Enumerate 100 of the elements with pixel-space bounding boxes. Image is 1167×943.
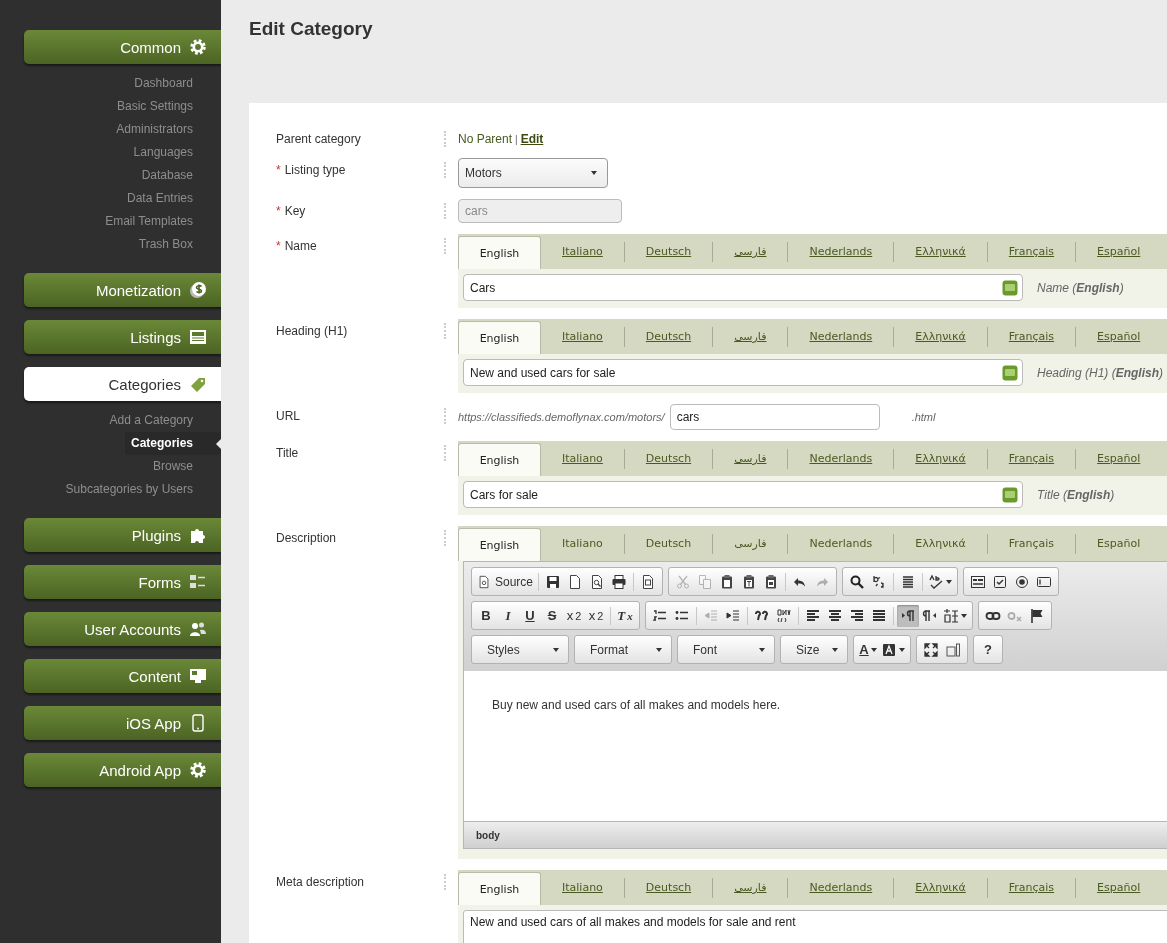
sidebar-button[interactable]: Android App — [24, 753, 221, 787]
language-tab[interactable]: Español — [1075, 242, 1162, 262]
listing-type-select[interactable]: Motors — [458, 158, 608, 188]
edit-link[interactable]: Edit — [520, 132, 544, 146]
sidebar-button[interactable]: Content — [24, 659, 221, 693]
language-tab[interactable]: فارسی — [712, 449, 788, 469]
align-right-icon[interactable] — [849, 607, 865, 624]
url-field[interactable]: cars — [669, 404, 880, 430]
language-tab[interactable]: Français — [986, 449, 1076, 469]
toolbar-dropdown[interactable]: Size — [784, 638, 844, 661]
language-tab[interactable]: Deutsch — [623, 449, 713, 469]
flag-icon[interactable] — [1029, 607, 1045, 624]
sidebar-item[interactable]: Database — [135, 164, 221, 187]
sidebar-item[interactable]: Languages — [127, 141, 221, 164]
language-tab[interactable]: English — [458, 872, 541, 905]
language-tab[interactable]: Español — [1075, 449, 1162, 469]
search-icon[interactable] — [849, 573, 866, 590]
text-field[interactable]: New and used cars for sale — [463, 359, 1023, 386]
element-path[interactable]: body — [476, 829, 500, 841]
background-color-icon[interactable] — [881, 641, 897, 658]
div-icon[interactable] — [776, 607, 792, 624]
language-tab[interactable]: فارسی — [712, 327, 788, 347]
spellcheck-icon[interactable] — [928, 573, 945, 590]
language-tab[interactable]: Nederlands — [787, 534, 894, 554]
language-tab[interactable]: Français — [986, 242, 1076, 262]
translate-icon[interactable] — [1002, 364, 1018, 381]
sidebar-button[interactable]: Forms — [24, 565, 221, 599]
save-icon[interactable] — [545, 573, 562, 590]
language-tab[interactable]: Español — [1075, 327, 1162, 347]
toolbar-button[interactable]: U — [519, 604, 541, 627]
text-field[interactable]: Cars for sale — [463, 481, 1023, 508]
language-tab[interactable]: Français — [986, 878, 1076, 898]
language-tab[interactable]: Español — [1075, 878, 1162, 898]
sidebar-button[interactable]: Monetization — [24, 273, 221, 307]
indent-icon[interactable] — [725, 607, 741, 624]
justify-icon[interactable] — [871, 607, 887, 624]
language-tab[interactable]: Ελληνικά — [893, 534, 987, 554]
sidebar-button[interactable]: User Accounts — [24, 612, 221, 646]
language-tab[interactable]: Ελληνικά — [893, 242, 987, 262]
language-tab[interactable]: Ελληνικά — [893, 878, 987, 898]
sidebar-item[interactable]: Basic Settings — [110, 95, 221, 118]
translate-icon[interactable] — [1002, 486, 1018, 503]
toolbar-dropdown[interactable]: Format — [578, 638, 668, 661]
sidebar-button[interactable]: Categories — [24, 367, 221, 401]
language-tab[interactable]: Italiano — [541, 878, 624, 898]
language-tab[interactable]: English — [458, 321, 541, 354]
toolbar-button[interactable]: S — [541, 604, 563, 627]
language-icon[interactable] — [943, 607, 959, 624]
language-tab[interactable]: English — [458, 528, 541, 561]
language-tab[interactable]: Ελληνικά — [893, 327, 987, 347]
language-tab[interactable]: Italiano — [541, 242, 624, 262]
language-tab[interactable]: Français — [986, 327, 1076, 347]
toolbar-button[interactable]: I — [497, 604, 519, 627]
show-blocks-icon[interactable] — [945, 641, 961, 658]
language-tab[interactable]: فارسی — [712, 878, 788, 898]
sidebar-item[interactable]: Data Entries — [120, 187, 221, 210]
align-left-icon[interactable] — [805, 607, 821, 624]
toolbar-dropdown[interactable]: Font — [681, 638, 771, 661]
toolbar-dropdown[interactable]: Styles — [475, 638, 565, 661]
language-tab[interactable]: Nederlands — [787, 327, 894, 347]
toolbar-button[interactable]: ? — [977, 638, 999, 661]
sidebar-item[interactable]: Add a Category — [103, 409, 221, 432]
toolbar-button[interactable]: B — [475, 604, 497, 627]
sidebar-item[interactable]: Dashboard — [128, 72, 221, 95]
language-tab[interactable]: Nederlands — [787, 449, 894, 469]
text-color-button[interactable]: A — [857, 638, 879, 661]
align-center-icon[interactable] — [827, 607, 843, 624]
text-direction-icon[interactable] — [922, 607, 938, 624]
language-tab[interactable]: English — [458, 236, 541, 269]
sidebar-item[interactable]: Trash Box — [132, 233, 221, 256]
checkbox-icon[interactable] — [992, 573, 1009, 590]
language-tab[interactable]: Español — [1075, 534, 1162, 554]
form-icon[interactable] — [970, 573, 987, 590]
language-tab[interactable]: Nederlands — [787, 878, 894, 898]
radio-icon[interactable] — [1014, 573, 1031, 590]
text-direction-icon[interactable] — [900, 607, 916, 624]
language-tab[interactable]: Italiano — [541, 534, 624, 554]
numbered-list-icon[interactable] — [652, 607, 668, 624]
language-tab[interactable]: English — [458, 443, 541, 476]
language-tab[interactable]: Italiano — [541, 449, 624, 469]
language-tab[interactable]: فارسی — [712, 534, 788, 554]
text-area[interactable]: New and used cars of all makes and models for sale and rent — [463, 910, 1167, 943]
language-tab[interactable]: Italiano — [541, 327, 624, 347]
sidebar-item[interactable]: Categories — [124, 432, 221, 455]
source-button[interactable]: Source — [475, 570, 536, 593]
language-tab[interactable]: Deutsch — [623, 878, 713, 898]
sidebar-button[interactable]: iOS App — [24, 706, 221, 740]
language-tab[interactable]: فارسی — [712, 242, 788, 262]
sidebar-item[interactable]: Email Templates — [99, 210, 221, 233]
language-tab[interactable]: Deutsch — [623, 327, 713, 347]
language-tab[interactable]: Deutsch — [623, 534, 713, 554]
language-tab[interactable]: Nederlands — [787, 242, 894, 262]
sidebar-item[interactable]: Subcategories by Users — [59, 478, 221, 501]
language-tab[interactable]: Ελληνικά — [893, 449, 987, 469]
text-field[interactable]: Cars — [463, 274, 1023, 301]
sidebar-item[interactable]: Browse — [147, 455, 221, 478]
sidebar-button[interactable]: Common — [24, 30, 221, 64]
sidebar-item[interactable]: Administrators — [110, 118, 221, 141]
print-icon[interactable] — [611, 573, 628, 590]
maximize-icon[interactable] — [923, 641, 939, 658]
